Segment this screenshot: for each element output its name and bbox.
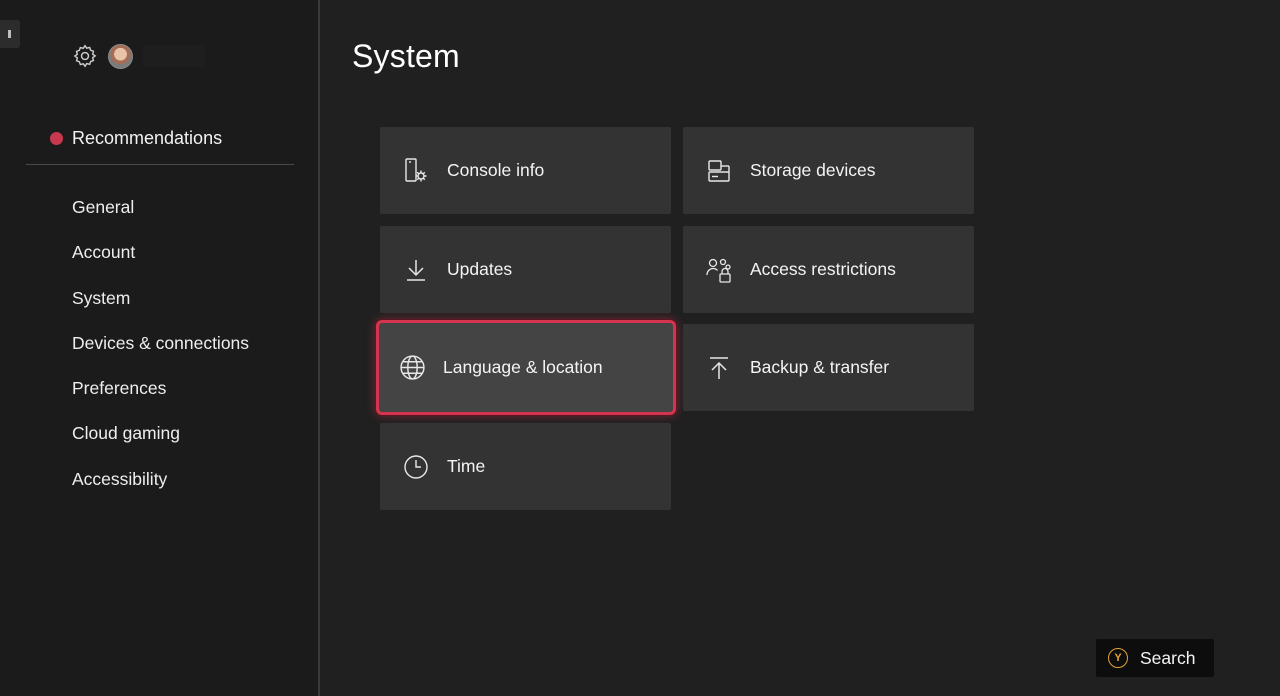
globe-icon	[398, 354, 426, 382]
gamertag	[143, 45, 205, 67]
sidebar-item-label: Preferences	[72, 378, 167, 399]
sidebar-item-label: Cloud gaming	[72, 423, 180, 444]
tile-time[interactable]: Time	[380, 423, 671, 510]
notification-dot-icon	[50, 132, 63, 145]
tile-label: Console info	[447, 160, 545, 180]
tile-label: Storage devices	[750, 160, 876, 180]
tile-storage-devices[interactable]: Storage devices	[683, 127, 974, 214]
sidebar-nav: General Account System Devices & connect…	[72, 194, 249, 511]
sidebar-item-label: Account	[72, 242, 136, 263]
tile-label: Access restrictions	[750, 259, 896, 279]
sidebar-item-recommendations[interactable]: Recommendations	[50, 128, 222, 149]
tile-backup-transfer[interactable]: Backup & transfer	[683, 324, 974, 411]
sidebar: Recommendations General Account System D…	[0, 0, 320, 696]
sidebar-item-devices-connections[interactable]: Devices & connections	[72, 330, 249, 375]
profile-row	[72, 43, 205, 69]
search-button[interactable]: Y Search	[1096, 639, 1214, 677]
access-restrictions-icon	[705, 256, 733, 284]
tile-updates[interactable]: Updates	[380, 226, 671, 313]
sidebar-item-label: Devices & connections	[72, 332, 250, 353]
sidebar-item-accessibility[interactable]: Accessibility	[72, 466, 249, 511]
tile-console-info[interactable]: Console info	[380, 127, 671, 214]
tile-label: Time	[447, 456, 486, 476]
console-info-icon	[402, 157, 430, 185]
sidebar-item-label: General	[72, 197, 135, 217]
sidebar-item-label: System	[72, 287, 131, 308]
settings-app: Recommendations General Account System D…	[0, 0, 1280, 696]
gear-icon	[72, 43, 98, 69]
tile-language-location[interactable]: Language & location	[376, 320, 676, 415]
page-title: System	[352, 38, 460, 74]
sidebar-item-label: Accessibility	[72, 468, 168, 489]
clock-icon	[402, 453, 430, 481]
sidebar-item-account[interactable]: Account	[72, 239, 249, 284]
storage-icon	[705, 157, 733, 185]
tile-access-restrictions[interactable]: Access restrictions	[683, 226, 974, 313]
sidebar-item-system[interactable]: System	[72, 285, 249, 330]
download-icon	[402, 256, 430, 284]
tile-label: Language & location	[443, 357, 603, 377]
sidebar-item-general[interactable]: General	[72, 194, 249, 239]
edge-handle[interactable]	[0, 20, 20, 48]
sidebar-item-label: Recommendations	[72, 128, 223, 148]
sidebar-item-preferences[interactable]: Preferences	[72, 375, 249, 420]
upload-icon	[705, 354, 733, 382]
search-label: Search	[1140, 647, 1196, 668]
tile-label: Backup & transfer	[750, 357, 890, 377]
tile-label: Updates	[447, 259, 513, 279]
y-button-icon: Y	[1108, 648, 1128, 668]
avatar[interactable]	[108, 43, 133, 69]
sidebar-divider	[26, 164, 294, 165]
sidebar-item-cloud-gaming[interactable]: Cloud gaming	[72, 420, 249, 465]
